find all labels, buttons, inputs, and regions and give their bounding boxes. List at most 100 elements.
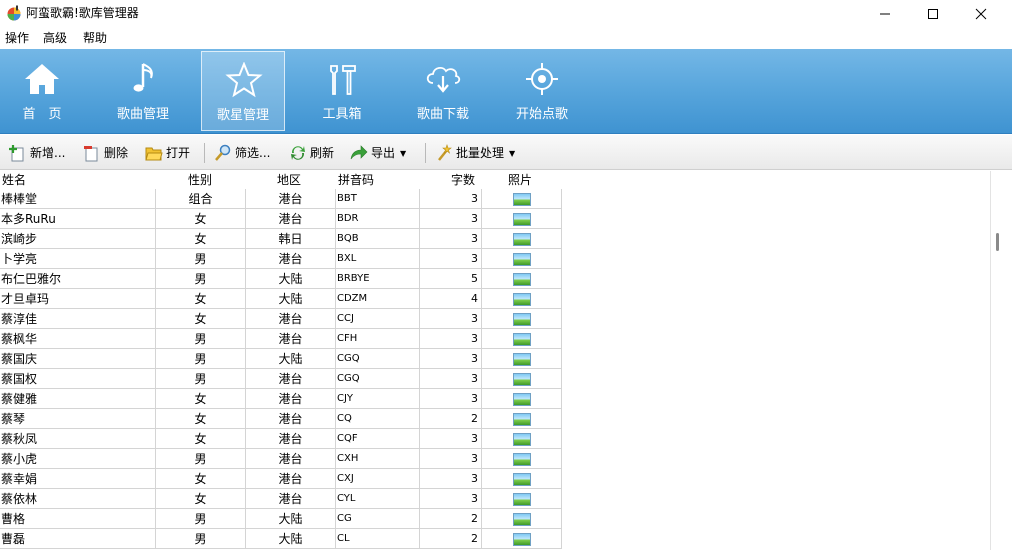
photo-icon xyxy=(512,373,531,386)
toolbar-separator xyxy=(425,143,426,163)
action-toolbar: 新增... 删除 打开 筛选... 刷新 导出 ▼ 批量处理 ▼ xyxy=(0,135,1012,170)
cell-photo[interactable] xyxy=(482,289,562,309)
magnifier-icon xyxy=(215,144,231,161)
nav-start-song[interactable]: 开始点歌 xyxy=(500,51,584,131)
cell-photo[interactable] xyxy=(482,269,562,289)
nav-singer-manage[interactable]: 歌星管理 xyxy=(201,51,285,131)
photo-icon xyxy=(512,453,531,466)
menu-operate[interactable]: 操作 xyxy=(5,31,29,45)
table-row[interactable]: 蔡琴女港台 CQ 2 xyxy=(0,409,562,429)
cell-photo[interactable] xyxy=(482,329,562,349)
maximize-button[interactable] xyxy=(910,0,956,28)
cell-sex: 男 xyxy=(156,349,246,369)
header-name[interactable]: 姓名 xyxy=(2,171,26,189)
cell-count: 5 xyxy=(420,269,482,289)
app-window: 阿蛮歌霸!歌库管理器 操作 高级 帮助 首 页 歌曲管理 歌星管理 工具箱 歌曲… xyxy=(0,0,1012,550)
header-pinyin[interactable]: 拼音码 xyxy=(338,171,374,189)
table-row[interactable]: 蔡小虎男港台 CXH 3 xyxy=(0,449,562,469)
cell-pinyin: CGQ xyxy=(336,349,420,369)
table-row[interactable]: 布仁巴雅尔男大陆 BRBYE 5 xyxy=(0,269,562,289)
table-row[interactable]: 才旦卓玛女大陆 CDZM 4 xyxy=(0,289,562,309)
cell-photo[interactable] xyxy=(482,369,562,389)
table-row[interactable]: 蔡依林女港台 CYL 3 xyxy=(0,489,562,509)
cell-area: 大陆 xyxy=(246,269,336,289)
nav-home[interactable]: 首 页 xyxy=(0,51,84,131)
cell-photo[interactable] xyxy=(482,489,562,509)
batch-process-button[interactable]: 批量处理 ▼ xyxy=(435,143,515,163)
photo-icon xyxy=(512,233,531,246)
vertical-scrollbar[interactable] xyxy=(990,171,1012,550)
nav-song-manage[interactable]: 歌曲管理 xyxy=(101,51,185,131)
refresh-button[interactable]: 刷新 xyxy=(289,143,334,163)
cell-photo[interactable] xyxy=(482,309,562,329)
table-row[interactable]: 卜学亮男港台 BXL 3 xyxy=(0,249,562,269)
cell-photo[interactable] xyxy=(482,229,562,249)
cell-photo[interactable] xyxy=(482,449,562,469)
delete-button[interactable]: 删除 xyxy=(83,143,128,163)
cell-photo[interactable] xyxy=(482,189,562,209)
cell-count: 3 xyxy=(420,469,482,489)
table-row[interactable]: 蔡枫华男港台 CFH 3 xyxy=(0,329,562,349)
close-button[interactable] xyxy=(958,0,1004,28)
header-count[interactable]: 字数 xyxy=(451,171,475,189)
cell-photo[interactable] xyxy=(482,389,562,409)
cell-count: 3 xyxy=(420,189,482,209)
maximize-icon xyxy=(928,9,938,19)
table-row[interactable]: 本多RuRu 女港台 BDR 3 xyxy=(0,209,562,229)
cell-count: 3 xyxy=(420,329,482,349)
cell-count: 3 xyxy=(420,389,482,409)
photo-icon xyxy=(512,533,531,546)
cell-pinyin: CFH xyxy=(336,329,420,349)
cell-photo[interactable] xyxy=(482,469,562,489)
header-area[interactable]: 地区 xyxy=(277,171,301,189)
table-row[interactable]: 滨崎步女韩日 BQB 3 xyxy=(0,229,562,249)
cell-photo[interactable] xyxy=(482,429,562,449)
cell-name: 蔡国权 xyxy=(0,369,156,389)
nav-song-download[interactable]: 歌曲下载 xyxy=(401,51,485,131)
filter-button[interactable]: 筛选... xyxy=(214,143,270,163)
photo-icon xyxy=(512,293,531,306)
window-title: 阿蛮歌霸!歌库管理器 xyxy=(26,6,139,20)
photo-icon xyxy=(512,313,531,326)
table-row[interactable]: 蔡幸娟女港台 CXJ 3 xyxy=(0,469,562,489)
cell-count: 2 xyxy=(420,509,482,529)
header-sex[interactable]: 性别 xyxy=(188,171,212,189)
cell-area: 大陆 xyxy=(246,529,336,549)
table-row[interactable]: 棒棒堂 组合 港台 BBT 3 xyxy=(0,189,562,209)
cell-photo[interactable] xyxy=(482,209,562,229)
open-button[interactable]: 打开 xyxy=(145,143,190,163)
cell-area: 大陆 xyxy=(246,509,336,529)
cell-photo[interactable] xyxy=(482,529,562,549)
cell-pinyin: CJY xyxy=(336,389,420,409)
dropdown-arrow-icon: ▼ xyxy=(400,148,407,158)
export-button[interactable]: 导出 ▼ xyxy=(350,143,406,163)
cell-sex: 女 xyxy=(156,409,246,429)
cell-sex: 男 xyxy=(156,449,246,469)
cell-sex: 男 xyxy=(156,269,246,289)
cell-photo[interactable] xyxy=(482,349,562,369)
refresh-button-label: 刷新 xyxy=(310,146,335,160)
cell-name: 蔡枫华 xyxy=(0,329,156,349)
cell-photo[interactable] xyxy=(482,249,562,269)
scrollbar-thumb[interactable] xyxy=(996,233,999,251)
table-row[interactable]: 蔡秋凤女港台 CQF 3 xyxy=(0,429,562,449)
add-icon xyxy=(9,145,24,162)
table-row[interactable]: 曹格男大陆 CG 2 xyxy=(0,509,562,529)
minimize-button[interactable] xyxy=(862,0,908,28)
add-button[interactable]: 新增... xyxy=(9,143,65,163)
cell-pinyin: CQF xyxy=(336,429,420,449)
cell-photo[interactable] xyxy=(482,409,562,429)
photo-icon xyxy=(512,213,531,226)
header-photo[interactable]: 照片 xyxy=(508,171,532,189)
menu-advanced[interactable]: 高级 xyxy=(43,31,67,45)
table-row[interactable]: 蔡国权男港台 CGQ 3 xyxy=(0,369,562,389)
cell-count: 3 xyxy=(420,449,482,469)
menu-help[interactable]: 帮助 xyxy=(83,31,107,45)
nav-toolbox[interactable]: 工具箱 xyxy=(300,51,384,131)
table-row[interactable]: 蔡淳佳女港台 CCJ 3 xyxy=(0,309,562,329)
table-row[interactable]: 蔡国庆男大陆 CGQ 3 xyxy=(0,349,562,369)
cell-photo[interactable] xyxy=(482,509,562,529)
table-row[interactable]: 曹磊男大陆 CL 2 xyxy=(0,529,562,549)
cell-count: 3 xyxy=(420,489,482,509)
table-row[interactable]: 蔡健雅女港台 CJY 3 xyxy=(0,389,562,409)
